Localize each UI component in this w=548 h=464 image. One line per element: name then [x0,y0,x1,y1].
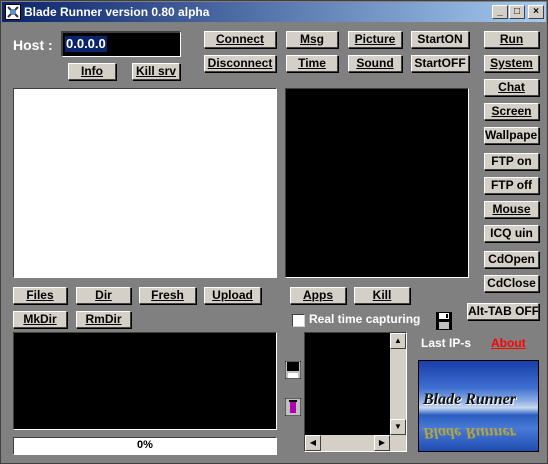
close-button[interactable]: × [528,5,544,19]
ip-list-vertical-scrollbar[interactable]: ▲ ▼ [390,333,406,451]
disconnect-button[interactable]: Disconnect [204,55,276,72]
connect-button[interactable]: Connect [204,31,276,48]
about-link[interactable]: About [491,336,526,350]
banner-title: Blade Runner [423,391,516,408]
scroll-left-icon[interactable]: ◀ [305,435,321,451]
mkdir-button[interactable]: MkDir [13,311,67,328]
fresh-button[interactable]: Fresh [139,287,196,304]
realtime-capture-checkbox[interactable] [292,314,305,327]
scroll-down-icon[interactable]: ▼ [390,419,406,435]
realtime-capture-label: Real time capturing [309,312,421,326]
host-label: Host : [13,37,53,53]
start-on-button[interactable]: StartON [411,31,469,48]
cdclose-button[interactable]: CdClose [484,275,539,292]
run-button[interactable]: Run [484,31,539,48]
chat-button[interactable]: Chat [484,79,539,96]
ip-list-box[interactable]: ▲ ▼ ◀ ▶ [304,332,407,452]
title-bar[interactable]: Blade Runner version 0.80 alpha _ □ × [2,2,546,22]
host-input[interactable]: 0.0.0.0 [61,31,181,57]
cdopen-button[interactable]: CdOpen [484,251,539,268]
kill-srv-button[interactable]: Kill srv [132,63,180,80]
banner-reflection: Blade Runner [423,424,516,441]
file-list-panel[interactable] [13,88,277,278]
picture-button[interactable]: Picture [348,31,402,48]
mouse-button[interactable]: Mouse [484,201,539,218]
system-button[interactable]: System [484,55,539,72]
files-button[interactable]: Files [13,287,67,304]
scroll-right-icon[interactable]: ▶ [374,435,390,451]
app-icon [5,4,21,20]
save-ips-floppy-icon[interactable] [436,312,452,330]
kill-button[interactable]: Kill [354,287,410,304]
minimize-button[interactable]: _ [492,5,508,19]
alt-tab-off-button[interactable]: Alt-TAB OFF [467,303,539,320]
host-value: 0.0.0.0 [65,36,107,52]
apps-button[interactable]: Apps [290,287,346,304]
ftp-on-button[interactable]: FTP on [484,153,539,170]
maximize-button[interactable]: □ [509,5,525,19]
scroll-up-icon[interactable]: ▲ [390,333,406,349]
wallpaper-button[interactable]: Wallpaper [484,127,539,144]
sound-button[interactable]: Sound [348,55,402,72]
dir-button[interactable]: Dir [76,287,131,304]
info-button[interactable]: Info [68,63,116,80]
last-ips-label: Last IP-s [421,336,472,350]
msg-button[interactable]: Msg [286,31,338,48]
progress-bar: 0% [13,437,277,455]
rmdir-button[interactable]: RmDir [76,311,131,328]
screen-preview-panel [285,88,469,278]
ip-list-horizontal-scrollbar[interactable]: ◀ ▶ [305,435,390,451]
ftp-off-button[interactable]: FTP off [484,177,539,194]
icq-uin-button[interactable]: ICQ uin [484,225,539,242]
upload-button[interactable]: Upload [204,287,261,304]
save-floppy-icon[interactable] [284,360,302,380]
log-output-panel[interactable] [13,332,277,430]
start-off-button[interactable]: StartOFF [411,55,469,72]
screen-button[interactable]: Screen [484,103,539,120]
time-button[interactable]: Time [286,55,338,72]
delete-trash-icon[interactable] [284,397,302,417]
main-window: Blade Runner version 0.80 alpha _ □ × Ho… [0,0,548,464]
blade-runner-banner-image: Blade Runner Blade Runner [418,360,539,452]
window-title: Blade Runner version 0.80 alpha [24,5,210,19]
progress-text: 0% [137,439,153,451]
